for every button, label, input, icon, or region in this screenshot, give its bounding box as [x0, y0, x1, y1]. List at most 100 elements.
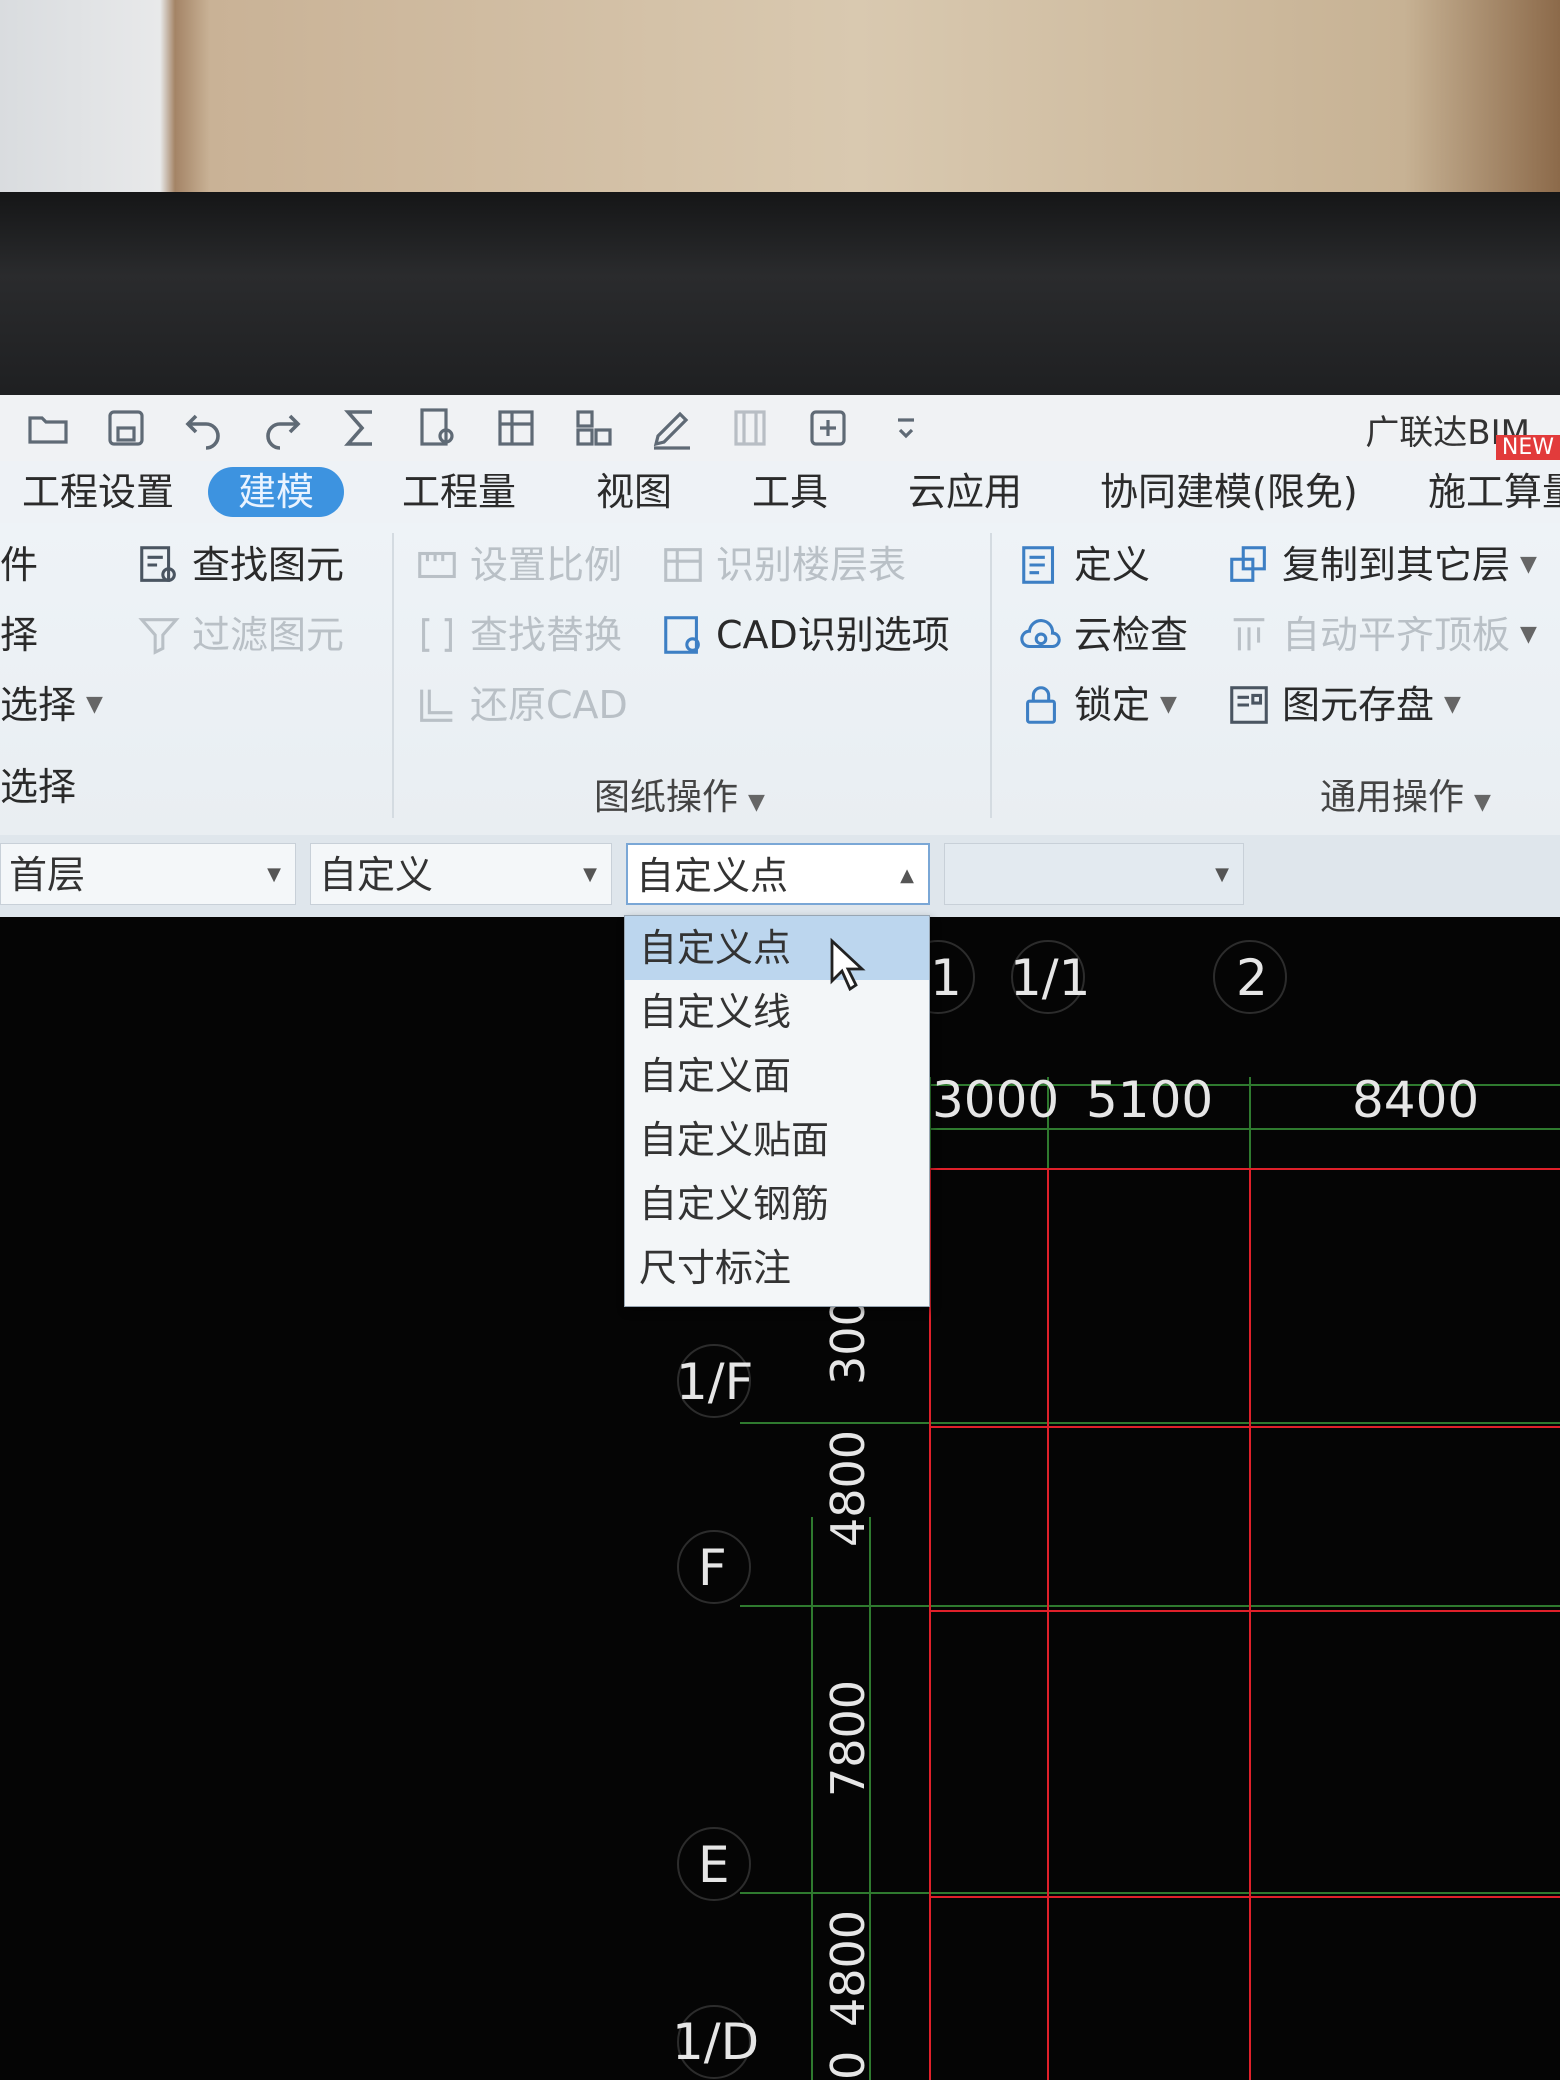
- axis-label-left: E: [698, 1836, 730, 1894]
- find-element-icon: [136, 542, 182, 588]
- ribbon-partial-2[interactable]: 择: [0, 607, 38, 663]
- background-wall: [0, 0, 1560, 200]
- type-dropdown-list: 自定义点 自定义线 自定义面 自定义贴面 自定义钢筋 尺寸标注: [624, 915, 930, 1307]
- sum-icon[interactable]: [330, 400, 390, 456]
- chevron-down-icon: ▼: [748, 790, 765, 815]
- axis-label-left: F: [698, 1539, 727, 1597]
- menu-bar: 工程设置 建模 工程量 视图 工具 云应用 协同建模(限免) 施工算量: [0, 461, 1560, 523]
- group-label-common[interactable]: 通用操作 ▼: [1320, 768, 1491, 820]
- tab-construction-quantity[interactable]: 施工算量: [1428, 467, 1560, 517]
- axis-label-top: 2: [1236, 949, 1268, 1007]
- category-select[interactable]: 自定义 ▼: [310, 843, 612, 905]
- dimension-left: 7800: [821, 1680, 875, 1797]
- dimension-left: 300: [821, 1297, 875, 1385]
- ribbon-separator: [392, 533, 394, 818]
- dropdown-option-custom-rebar[interactable]: 自定义钢筋: [625, 1172, 929, 1236]
- report-icon[interactable]: [408, 400, 468, 456]
- lock-button[interactable]: 锁定 ▼: [1018, 677, 1177, 733]
- ribbon-partial-3[interactable]: 选择 ▼: [0, 677, 103, 733]
- save-elements-button[interactable]: 图元存盘 ▼: [1226, 677, 1461, 733]
- tab-quantity[interactable]: 工程量: [402, 467, 516, 517]
- quick-access-toolbar: 广联达BIM NEW: [0, 395, 1560, 461]
- chevron-down-icon: ▼: [1520, 622, 1537, 647]
- cloud-check-icon: [1018, 612, 1064, 658]
- cad-icon: [660, 612, 706, 658]
- find-element-button[interactable]: 查找图元: [136, 537, 344, 593]
- floor-select[interactable]: 首层 ▼: [0, 843, 296, 905]
- grid-check-icon[interactable]: [564, 400, 624, 456]
- undo-icon[interactable]: [174, 400, 234, 456]
- chevron-down-icon: ▼: [1215, 864, 1229, 885]
- tab-cloud[interactable]: 云应用: [908, 467, 1022, 517]
- chevron-down-icon: ▼: [267, 864, 281, 885]
- dropdown-option-custom-point[interactable]: 自定义点: [625, 916, 929, 980]
- ribbon-partial-1[interactable]: 件: [0, 537, 38, 593]
- axis-label-top: 1/1: [1010, 949, 1090, 1007]
- cloud-check-button[interactable]: 云检查: [1018, 607, 1188, 663]
- dimension-left: 0: [821, 2051, 875, 2080]
- dimension-top: 5100: [1086, 1071, 1213, 1129]
- dimension-top: 8400: [1352, 1071, 1479, 1129]
- tab-collab-modeling[interactable]: 协同建模(限免): [1100, 467, 1358, 517]
- chevron-down-icon: ▼: [1160, 692, 1177, 717]
- define-icon: [1018, 542, 1064, 588]
- tab-view[interactable]: 视图: [596, 467, 672, 517]
- align-top-icon: [1226, 612, 1272, 658]
- restore-cad-button[interactable]: 还原CAD: [414, 677, 628, 733]
- auto-align-top-button[interactable]: 自动平齐顶板 ▼: [1226, 607, 1537, 663]
- axis-label-top: 1: [930, 949, 962, 1007]
- pen-icon[interactable]: [642, 400, 702, 456]
- redo-icon[interactable]: [252, 400, 312, 456]
- chevron-down-icon: ▼: [1444, 692, 1461, 717]
- define-button[interactable]: 定义: [1018, 537, 1150, 593]
- open-folder-icon[interactable]: [18, 400, 78, 456]
- monitor-bezel: [0, 192, 1560, 402]
- element-select[interactable]: ▼: [944, 843, 1244, 905]
- tab-modeling[interactable]: 建模: [208, 467, 345, 517]
- dropdown-option-custom-line[interactable]: 自定义线: [625, 980, 929, 1044]
- copy-to-floors-button[interactable]: 复制到其它层 ▼: [1226, 537, 1537, 593]
- tab-tools[interactable]: 工具: [752, 467, 828, 517]
- customize-icon[interactable]: [876, 400, 936, 456]
- dropdown-option-custom-face[interactable]: 自定义面: [625, 1044, 929, 1108]
- ribbon: 件 择 选择 ▼ 选择 查找图元 过滤图元 设置比例 识别楼层表 查找替换 CAD…: [0, 523, 1560, 835]
- set-scale-button[interactable]: 设置比例: [414, 537, 622, 593]
- filter-icon: [136, 612, 182, 658]
- dropdown-option-custom-surface[interactable]: 自定义贴面: [625, 1108, 929, 1172]
- new-badge: NEW: [1495, 435, 1560, 460]
- app-window: 广联达BIM NEW 工程设置 建模 工程量 视图 工具 云应用 协同建模(限免…: [0, 395, 1560, 2080]
- filter-element-button[interactable]: 过滤图元: [136, 607, 344, 663]
- frame-icon[interactable]: [720, 400, 780, 456]
- group-label-drawing[interactable]: 图纸操作 ▼: [594, 768, 765, 820]
- cad-options-button[interactable]: CAD识别选项: [660, 607, 950, 663]
- floor-table-icon: [660, 542, 706, 588]
- element-save-icon: [1226, 682, 1272, 728]
- find-replace-icon: [414, 612, 460, 658]
- ribbon-partial-4[interactable]: 选择: [0, 759, 76, 815]
- find-replace-button[interactable]: 查找替换: [414, 607, 622, 663]
- axis-label-left: 1/D: [672, 2013, 759, 2071]
- copy-icon: [1226, 542, 1272, 588]
- chevron-down-icon: ▼: [86, 692, 103, 717]
- type-select[interactable]: 自定义点 ▲: [626, 843, 930, 905]
- axis-label-left: 1/F: [676, 1353, 753, 1411]
- dropdown-option-dimension[interactable]: 尺寸标注: [625, 1236, 929, 1300]
- dimension-left: 4800: [821, 1430, 875, 1547]
- restore-cad-icon: [414, 682, 460, 728]
- selector-bar: 首层 ▼ 自定义 ▼ 自定义点 ▲ ▼: [0, 835, 1560, 917]
- dimension-left: 4800: [821, 1910, 875, 2027]
- tab-project-settings[interactable]: 工程设置: [22, 467, 174, 517]
- chevron-down-icon: ▼: [1474, 790, 1491, 815]
- chevron-down-icon: ▼: [1520, 552, 1537, 577]
- chevron-down-icon: ▼: [583, 864, 597, 885]
- identify-floor-table-button[interactable]: 识别楼层表: [660, 537, 906, 593]
- chevron-up-icon: ▲: [900, 865, 914, 886]
- ribbon-separator: [990, 533, 992, 818]
- mouse-cursor-icon: [830, 937, 866, 992]
- dimension-top: 3000: [932, 1071, 1059, 1129]
- table-icon[interactable]: [486, 400, 546, 456]
- add-frame-icon[interactable]: [798, 400, 858, 456]
- save-icon[interactable]: [96, 400, 156, 456]
- lock-icon: [1018, 682, 1064, 728]
- scale-icon: [414, 542, 460, 588]
